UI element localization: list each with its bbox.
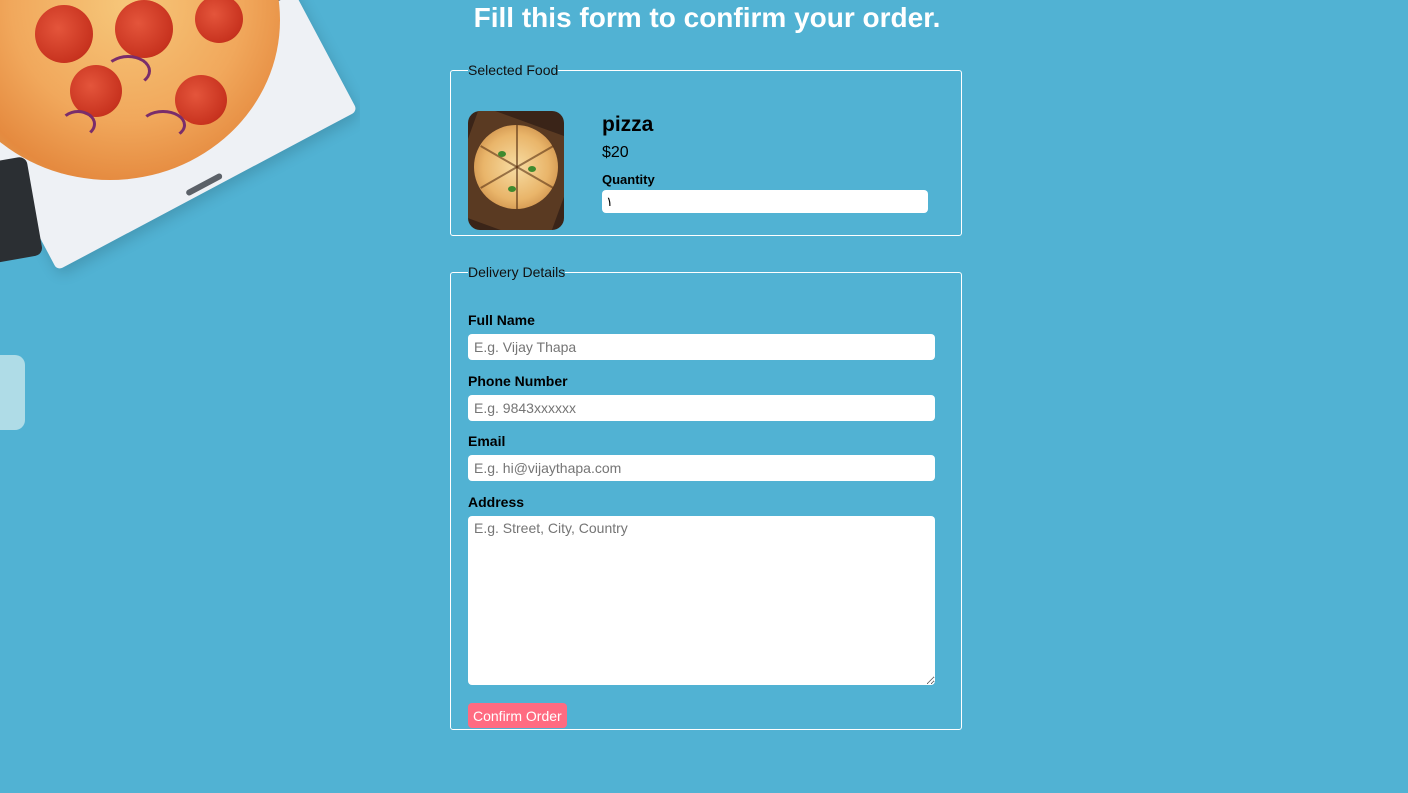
box-slot xyxy=(185,172,224,197)
pepperoni-graphic xyxy=(115,0,173,58)
phone-number-input[interactable] xyxy=(468,395,935,421)
onion-graphic xyxy=(105,55,151,87)
quantity-label: Quantity xyxy=(602,172,655,187)
full-name-input[interactable] xyxy=(468,334,935,360)
pepperoni-graphic xyxy=(35,5,93,63)
herb-graphic xyxy=(498,151,506,157)
onion-graphic xyxy=(60,110,96,138)
selected-food-legend: Selected Food xyxy=(468,62,559,78)
pepperoni-graphic xyxy=(195,0,243,43)
delivery-details-legend: Delivery Details xyxy=(468,264,566,280)
onion-graphic xyxy=(140,110,186,140)
full-name-label: Full Name xyxy=(468,312,535,328)
address-label: Address xyxy=(468,494,525,510)
herb-graphic xyxy=(528,166,536,172)
food-name: pizza xyxy=(602,113,654,136)
confirm-order-button[interactable]: Confirm Order xyxy=(468,703,567,728)
address-textarea[interactable] xyxy=(468,516,935,685)
quantity-input[interactable] xyxy=(602,190,928,213)
email-label: Email xyxy=(468,433,506,449)
salad-tray-graphic xyxy=(0,355,25,430)
food-image xyxy=(468,111,564,230)
delivery-details-fieldset: Delivery Details Full Name Phone Number … xyxy=(450,264,962,730)
email-input[interactable] xyxy=(468,455,935,481)
herb-graphic xyxy=(508,186,516,192)
selected-food-fieldset: Selected Food pizza $20 Quantity xyxy=(450,62,962,236)
food-price: $20 xyxy=(602,144,629,161)
phone-number-label: Phone Number xyxy=(468,373,568,389)
background-pizza-image xyxy=(0,0,360,440)
page-title: Fill this form to confirm your order. xyxy=(473,2,941,33)
